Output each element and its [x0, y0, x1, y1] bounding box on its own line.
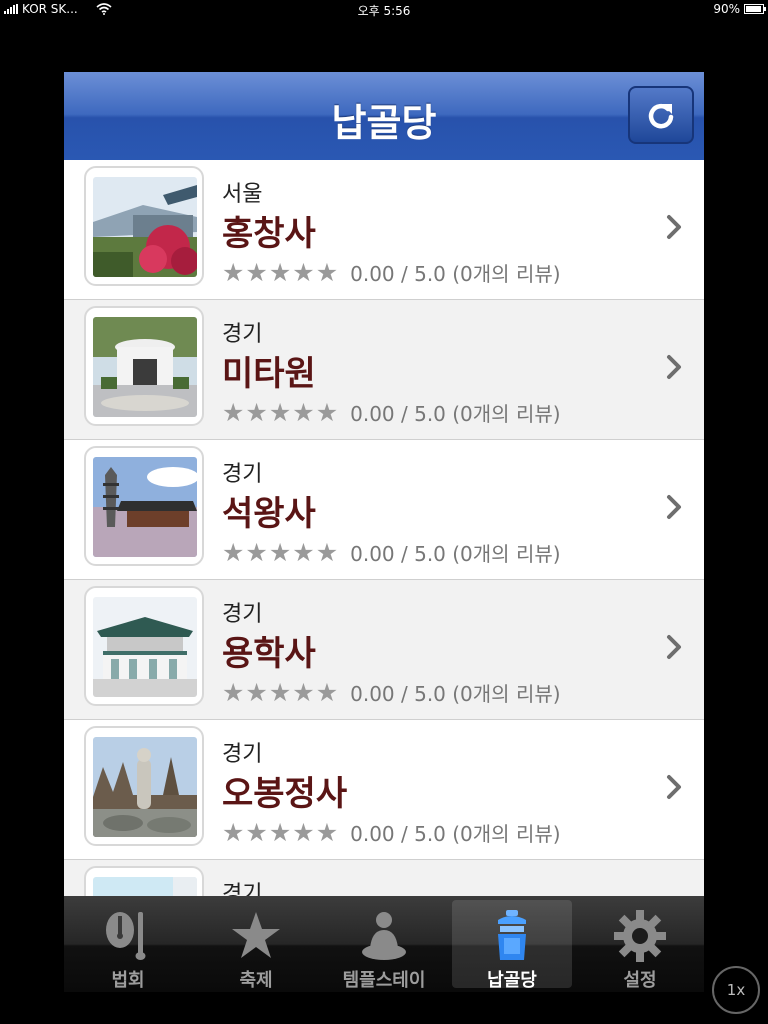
urn-icon — [498, 910, 526, 960]
refresh-icon — [648, 103, 674, 129]
temple-name: 오봉정사 — [222, 774, 348, 814]
star-rating-icon: ★ ★ ★ ★ ★ — [222, 398, 339, 427]
star-rating-icon: ★ ★ ★ ★ ★ — [222, 818, 339, 847]
page-title: 납골당 — [331, 101, 437, 145]
rating: ★ ★ ★ ★ ★ 0.00 / 5.0 (0개의 리뷰) — [222, 538, 561, 567]
chevron-right-icon — [667, 775, 681, 799]
list-item[interactable]: 서울 홍창사 ★ ★ ★ ★ ★ 0.00 / 5.0 (0개의 리뷰) — [64, 160, 704, 300]
rating-text: 0.00 / 5.0 (0개의 리뷰) — [350, 262, 561, 286]
tab-settings[interactable]: 설정 — [580, 900, 700, 991]
temple-list: 서울 홍창사 ★ ★ ★ ★ ★ 0.00 / 5.0 (0개의 리뷰) 경기 … — [64, 160, 704, 944]
rating: ★ ★ ★ ★ ★ 0.00 / 5.0 (0개의 리뷰) — [222, 678, 561, 707]
gear-icon — [614, 910, 666, 962]
battery-percent: 90% — [713, 2, 740, 16]
status-bar: KOR SK... 오후 5:56 90% — [0, 0, 768, 20]
tab-bar: 법회 축제 템플스테이 납골당 설정 — [64, 896, 704, 992]
rating: ★ ★ ★ ★ ★ 0.00 / 5.0 (0개의 리뷰) — [222, 818, 561, 847]
app-window: 납골당 서울 홍창사 ★ ★ ★ ★ ★ 0.00 / 5.0 (0개의 리뷰)… — [64, 72, 704, 944]
star-rating-icon: ★ ★ ★ ★ ★ — [222, 258, 339, 287]
temple-photo — [93, 737, 197, 837]
thumbnail-frame — [84, 586, 204, 706]
tab-templestay[interactable]: 템플스테이 — [324, 900, 444, 991]
thumbnail-frame — [84, 166, 204, 286]
star-rating-icon: ★ ★ ★ ★ ★ — [222, 538, 339, 567]
temple-photo — [93, 317, 197, 417]
temple-photo — [93, 457, 197, 557]
tab-festival[interactable]: 축제 — [196, 900, 316, 991]
status-time: 오후 5:56 — [357, 4, 411, 18]
tab-dharma-service[interactable]: 법회 — [68, 900, 188, 991]
tab-columbarium[interactable]: 납골당 — [452, 900, 572, 991]
region-label: 경기 — [222, 602, 263, 627]
temple-name: 홍창사 — [222, 214, 316, 254]
tab-label: 납골당 — [487, 970, 537, 991]
tab-label: 템플스테이 — [342, 970, 426, 991]
status-right: 90% — [713, 2, 766, 16]
list-item[interactable]: 경기 오봉정사 ★ ★ ★ ★ ★ 0.00 / 5.0 (0개의 리뷰) — [64, 720, 704, 860]
tab-label: 축제 — [239, 970, 273, 991]
region-label: 경기 — [222, 742, 263, 767]
navigation-bar: 납골당 — [64, 72, 704, 161]
chevron-right-icon — [667, 635, 681, 659]
region-label: 서울 — [222, 182, 263, 207]
thumbnail-frame — [84, 726, 204, 846]
star-icon — [232, 912, 280, 958]
rating-text: 0.00 / 5.0 (0개의 리뷰) — [350, 822, 561, 846]
rating: ★ ★ ★ ★ ★ 0.00 / 5.0 (0개의 리뷰) — [222, 398, 561, 427]
moktak-icon — [106, 912, 146, 960]
temple-photo — [93, 597, 197, 697]
zoom-button[interactable]: 1x — [712, 966, 760, 1014]
rating-text: 0.00 / 5.0 (0개의 리뷰) — [350, 682, 561, 706]
chevron-right-icon — [667, 215, 681, 239]
rating-text: 0.00 / 5.0 (0개의 리뷰) — [350, 402, 561, 426]
region-label: 경기 — [222, 322, 263, 347]
rating-text: 0.00 / 5.0 (0개의 리뷰) — [350, 542, 561, 566]
star-rating-icon: ★ ★ ★ ★ ★ — [222, 678, 339, 707]
thumbnail-frame — [84, 446, 204, 566]
chevron-right-icon — [667, 495, 681, 519]
list-item[interactable]: 경기 용학사 ★ ★ ★ ★ ★ 0.00 / 5.0 (0개의 리뷰) — [64, 580, 704, 720]
refresh-button[interactable] — [628, 86, 694, 144]
chevron-right-icon — [667, 355, 681, 379]
rating: ★ ★ ★ ★ ★ 0.00 / 5.0 (0개의 리뷰) — [222, 258, 561, 287]
tab-label: 법회 — [111, 970, 145, 991]
temple-photo — [93, 177, 197, 277]
list-item[interactable]: 경기 미타원 ★ ★ ★ ★ ★ 0.00 / 5.0 (0개의 리뷰) — [64, 300, 704, 440]
region-label: 경기 — [222, 462, 263, 487]
monk-icon — [362, 912, 406, 960]
list-item[interactable]: 경기 석왕사 ★ ★ ★ ★ ★ 0.00 / 5.0 (0개의 리뷰) — [64, 440, 704, 580]
temple-name: 미타원 — [222, 354, 316, 394]
temple-name: 용학사 — [222, 634, 316, 674]
thumbnail-frame — [84, 306, 204, 426]
temple-name: 석왕사 — [222, 494, 316, 534]
tab-label: 설정 — [623, 970, 657, 991]
battery-icon — [744, 4, 766, 14]
